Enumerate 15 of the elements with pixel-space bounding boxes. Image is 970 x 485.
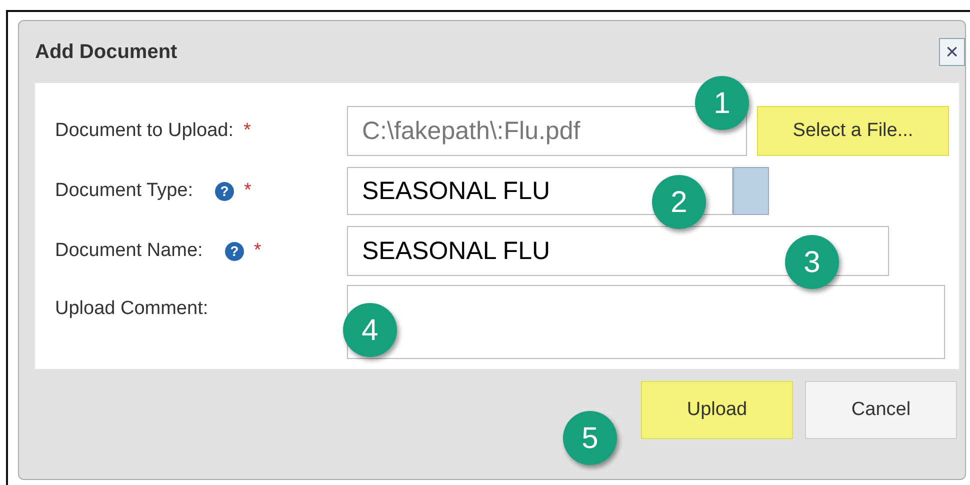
comment-field[interactable] — [347, 285, 945, 359]
required-mark: * — [244, 118, 251, 143]
field-label: Document Type: — [55, 178, 194, 203]
dialog-title: Add Document — [35, 40, 178, 65]
required-mark: * — [244, 178, 252, 203]
required-mark: * — [254, 238, 262, 263]
select-file-button[interactable]: Select a File... — [757, 106, 949, 156]
field-label: Document Name: — [55, 238, 203, 263]
help-icon[interactable]: ? — [215, 182, 234, 200]
cancel-button[interactable]: Cancel — [805, 381, 957, 439]
close-button[interactable]: × — [939, 38, 965, 66]
help-icon[interactable]: ? — [224, 242, 244, 260]
field-label: Document to Upload: — [55, 118, 234, 143]
upload-button[interactable]: Upload — [641, 381, 793, 439]
field-label: Upload Comment: — [55, 297, 208, 321]
